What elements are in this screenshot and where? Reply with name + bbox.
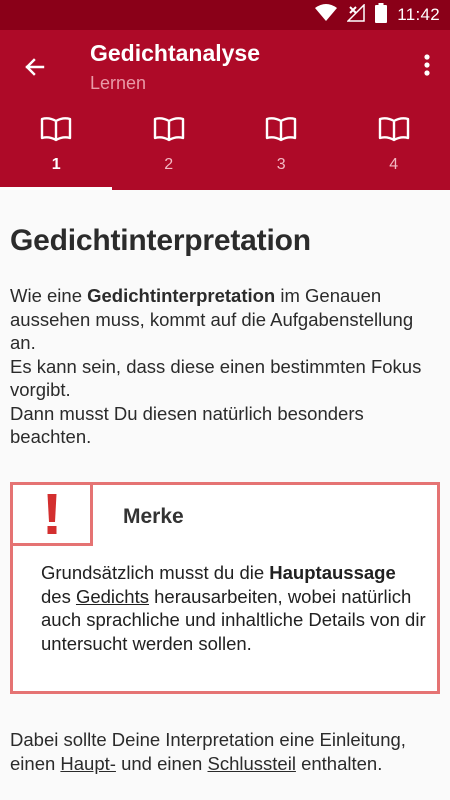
book-icon — [153, 117, 184, 142]
tab-3[interactable]: 3 — [225, 112, 338, 190]
tab-label: 1 — [51, 156, 61, 173]
section-heading: Gedichtinterpretation — [10, 224, 311, 257]
exclamation-icon — [47, 494, 56, 534]
lesson-content[interactable]: Gedichtinterpretation Wie eine Gedichtin… — [0, 190, 450, 800]
tab-bar: 1 2 3 4 — [0, 112, 450, 190]
tab-label: 4 — [389, 156, 399, 173]
tab-2[interactable]: 2 — [113, 112, 226, 190]
glossary-link-schlussteil[interactable]: Schlussteil — [208, 753, 296, 774]
tab-label: 3 — [276, 156, 286, 173]
book-icon — [41, 117, 72, 142]
app-bar: Gedichtanalyse Lernen 1 2 3 4 — [0, 30, 450, 190]
intro-paragraph: Wie eine Gedichtinterpretation im Genaue… — [10, 285, 422, 447]
back-button[interactable] — [18, 50, 52, 84]
merke-title: Merke — [123, 505, 184, 528]
status-time: 11:42 — [397, 5, 440, 24]
outro-paragraph: Dabei sollte Deine Interpretation eine E… — [10, 729, 406, 774]
battery-icon — [375, 2, 388, 28]
merke-box: Merke Grundsätzlich musst du die Hauptau… — [10, 482, 440, 694]
glossary-link-haupt[interactable]: Haupt- — [60, 753, 116, 774]
page-title: Gedichtanalyse — [90, 40, 261, 66]
merke-text: Grundsätzlich musst du die Hauptaussage … — [41, 562, 426, 654]
no-signal-icon — [346, 2, 365, 27]
bold-term: Hauptaussage — [269, 562, 396, 583]
tab-1[interactable]: 1 — [0, 112, 113, 190]
arrow-left-icon — [25, 58, 45, 76]
merke-badge — [10, 482, 93, 546]
tab-label: 2 — [164, 156, 174, 173]
more-vert-icon — [424, 54, 430, 76]
bold-term: Gedichtinterpretation — [87, 285, 276, 306]
book-icon — [266, 117, 297, 142]
status-bar: 11:42 — [0, 0, 450, 30]
wifi-icon — [315, 3, 338, 27]
glossary-link-gedichts[interactable]: Gedichts — [76, 586, 149, 607]
book-icon — [378, 117, 409, 142]
more-options-button[interactable] — [418, 50, 436, 80]
page-subtitle: Lernen — [90, 73, 147, 93]
tab-4[interactable]: 4 — [338, 112, 450, 190]
